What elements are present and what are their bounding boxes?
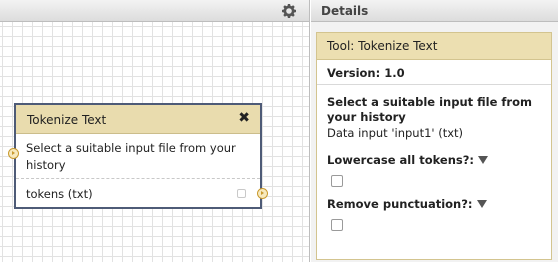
workflow-canvas-pane: Tokenize Text ✖ Select a suitable input … (0, 0, 310, 262)
param-remove-punctuation-label: Remove punctuation?: (327, 197, 473, 211)
node-output-row: tokens (txt) (16, 179, 268, 207)
param-input-file-value: Data input 'input1' (txt) (327, 126, 464, 140)
workflow-node-tokenize-text[interactable]: Tokenize Text ✖ Select a suitable input … (8, 103, 268, 209)
output-callout-icon[interactable] (237, 189, 246, 198)
param-input-file-label: Select a suitable input file from your h… (327, 95, 532, 124)
remove-punctuation-checkbox[interactable] (331, 219, 343, 231)
triangle-down-icon[interactable] (476, 200, 487, 208)
node-input-label: Select a suitable input file from your h… (26, 141, 236, 172)
gear-icon[interactable] (281, 3, 297, 19)
tool-form: Tool: Tokenize Text Version: 1.0 Select … (316, 32, 552, 260)
node-input-row: Select a suitable input file from your h… (8, 134, 260, 179)
output-terminal-icon[interactable] (257, 188, 268, 199)
param-lowercase-label: Lowercase all tokens?: (327, 153, 475, 167)
close-icon[interactable]: ✖ (238, 110, 250, 126)
details-header: Details (311, 0, 558, 22)
param-input-file: Select a suitable input file from your h… (317, 85, 551, 141)
canvas-grid[interactable]: Tokenize Text ✖ Select a suitable input … (0, 22, 309, 262)
param-lowercase: Lowercase all tokens?: (317, 141, 551, 187)
input-terminal-icon[interactable] (8, 148, 19, 159)
lowercase-checkbox[interactable] (331, 175, 343, 187)
param-remove-punctuation: Remove punctuation?: (317, 187, 551, 231)
node-title: Tokenize Text (27, 113, 107, 127)
tool-version: Version: 1.0 (317, 60, 551, 85)
node-output-label: tokens (txt) (26, 187, 93, 201)
details-pane: Details Tool: Tokenize Text Version: 1.0… (311, 0, 558, 262)
canvas-toolbar (0, 0, 309, 22)
triangle-down-icon[interactable] (478, 156, 489, 164)
tool-form-title: Tool: Tokenize Text (317, 33, 551, 60)
node-title-bar[interactable]: Tokenize Text ✖ (16, 105, 260, 134)
